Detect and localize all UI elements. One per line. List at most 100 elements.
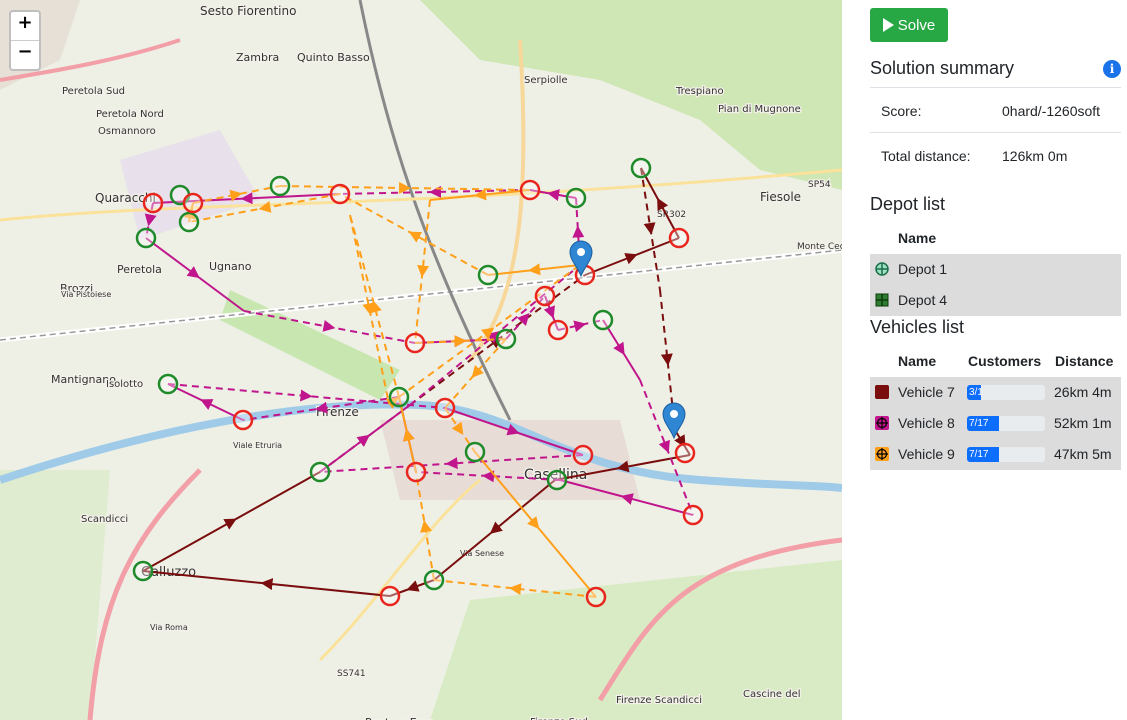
vehicle-distance: 52km 1m bbox=[1054, 415, 1112, 431]
pickup-stop-marker[interactable] bbox=[592, 309, 614, 331]
depot-row[interactable]: Depot 4 bbox=[870, 285, 1121, 316]
vehicle-row[interactable]: Vehicle 8 7/17 52km 1m bbox=[870, 408, 1121, 439]
delivery-stop-marker[interactable] bbox=[547, 319, 569, 341]
place-label: Monte Ceceri bbox=[797, 242, 842, 252]
place-label: SR302 bbox=[657, 210, 686, 220]
place-label: Quinto Basso bbox=[297, 51, 370, 64]
place-label: Peretola Nord bbox=[96, 109, 164, 120]
pickup-stop-marker[interactable] bbox=[157, 373, 179, 395]
map-view[interactable]: Sesto Fiorentino Zambra Quinto Basso Serpio… bbox=[0, 0, 842, 720]
pickup-stop-marker[interactable] bbox=[135, 227, 157, 249]
vehicles-list-title: Vehicles list bbox=[870, 317, 965, 337]
solve-label: Solve bbox=[897, 16, 936, 34]
distance-header: Distance bbox=[1055, 353, 1114, 369]
vehicle-color-swatch bbox=[875, 416, 889, 430]
place-label: Pian di Mugnone bbox=[718, 104, 801, 115]
place-label: Osmannoro bbox=[98, 126, 156, 137]
zoom-out-button[interactable]: − bbox=[11, 40, 39, 69]
place-label: Sesto Fiorentino bbox=[200, 4, 296, 18]
pickup-stop-marker[interactable] bbox=[423, 569, 445, 591]
place-label: Ponte a Ema bbox=[365, 716, 434, 720]
depot-name: Depot 4 bbox=[898, 292, 948, 308]
pickup-stop-marker[interactable] bbox=[132, 560, 154, 582]
place-label: Viale Etruria bbox=[233, 441, 282, 450]
pickup-stop-marker[interactable] bbox=[546, 469, 568, 491]
customers-progress-bar: 7/17 bbox=[967, 447, 1045, 462]
place-label: SP54 bbox=[808, 180, 831, 190]
pickup-stop-marker[interactable] bbox=[178, 211, 200, 233]
score-label: Score: bbox=[881, 103, 922, 119]
delivery-stop-marker[interactable] bbox=[329, 183, 351, 205]
depot-name: Depot 1 bbox=[898, 261, 948, 277]
pickup-stop-marker[interactable] bbox=[477, 264, 499, 286]
zoom-control: + − bbox=[9, 10, 41, 71]
customers-header: Customers bbox=[968, 353, 1042, 369]
distance-row: Total distance: 126km 0m bbox=[870, 132, 1121, 178]
zoom-in-button[interactable]: + bbox=[11, 12, 39, 40]
solve-button[interactable]: Solve bbox=[870, 8, 948, 42]
delivery-stop-marker[interactable] bbox=[182, 192, 204, 214]
vehicle-row[interactable]: Vehicle 7 3/1 26km 4m bbox=[870, 377, 1121, 408]
delivery-stop-marker[interactable] bbox=[142, 192, 164, 214]
vehicle-name: Vehicle 8 bbox=[898, 415, 955, 431]
play-icon bbox=[882, 18, 894, 32]
delivery-stop-marker[interactable] bbox=[434, 397, 456, 419]
place-label: Scandicci bbox=[81, 514, 128, 525]
place-label: Firenze Scandicci bbox=[616, 695, 702, 706]
pickup-stop-marker[interactable] bbox=[388, 386, 410, 408]
side-panel: Solve Solution summary i Score: 0hard/-1… bbox=[842, 0, 1127, 720]
delivery-stop-marker[interactable] bbox=[379, 585, 401, 607]
score-row: Score: 0hard/-1260soft bbox=[870, 87, 1121, 133]
place-label: Zambra bbox=[236, 51, 279, 64]
score-value: 0hard/-1260soft bbox=[1002, 103, 1101, 119]
pickup-stop-marker[interactable] bbox=[269, 175, 291, 197]
pickup-stop-marker[interactable] bbox=[309, 461, 331, 483]
delivery-stop-marker[interactable] bbox=[572, 444, 594, 466]
vehicle-name: Vehicle 7 bbox=[898, 384, 955, 400]
distance-label: Total distance: bbox=[881, 148, 971, 164]
distance-value: 126km 0m bbox=[1002, 148, 1068, 164]
place-label: Fiesole bbox=[760, 190, 801, 204]
vehicle-color-swatch bbox=[875, 385, 889, 399]
vehicle-distance: 47km 5m bbox=[1054, 446, 1112, 462]
vehicle-distance: 26km 4m bbox=[1054, 384, 1112, 400]
delivery-stop-marker[interactable] bbox=[534, 285, 556, 307]
customers-progress-fill: 7/17 bbox=[967, 416, 999, 431]
vehicle-color-swatch bbox=[875, 447, 889, 461]
delivery-stop-marker[interactable] bbox=[674, 442, 696, 464]
delivery-stop-marker[interactable] bbox=[682, 504, 704, 526]
place-label: SS741 bbox=[337, 669, 366, 679]
map-canvas[interactable]: Sesto Fiorentino Zambra Quinto Basso Serpio… bbox=[0, 0, 842, 720]
place-label: Via Roma bbox=[150, 623, 188, 632]
place-label: Peretola Sud bbox=[62, 86, 125, 97]
map-terrain bbox=[0, 0, 842, 720]
customers-progress-bar: 3/1 bbox=[967, 385, 1045, 400]
pickup-stop-marker[interactable] bbox=[630, 157, 652, 179]
place-label: Cascine del bbox=[743, 689, 801, 700]
vehicle-name: Vehicle 9 bbox=[898, 446, 955, 462]
place-label: Serpiolle bbox=[524, 75, 568, 86]
vehicle-row[interactable]: Vehicle 9 7/17 47km 5m bbox=[870, 439, 1121, 470]
delivery-stop-marker[interactable] bbox=[405, 461, 427, 483]
delivery-stop-marker[interactable] bbox=[668, 227, 690, 249]
place-label: Isolotto bbox=[106, 379, 143, 390]
crosshair-icon bbox=[875, 293, 889, 307]
summary-title: Solution summary bbox=[870, 58, 1015, 78]
place-label: Via Pistoiese bbox=[61, 290, 111, 299]
pickup-stop-marker[interactable] bbox=[565, 187, 587, 209]
pickup-stop-marker[interactable] bbox=[464, 441, 486, 463]
delivery-stop-marker[interactable] bbox=[519, 179, 541, 201]
delivery-stop-marker[interactable] bbox=[585, 586, 607, 608]
delivery-stop-marker[interactable] bbox=[404, 332, 426, 354]
delivery-stop-marker[interactable] bbox=[232, 409, 254, 431]
vehicle-name-header: Name bbox=[898, 353, 937, 369]
place-label: Ugnano bbox=[209, 260, 252, 273]
depot-name-header: Name bbox=[898, 230, 937, 246]
pickup-stop-marker[interactable] bbox=[495, 328, 517, 350]
place-label: Peretola bbox=[117, 263, 162, 276]
customers-progress-fill: 3/1 bbox=[967, 385, 983, 400]
customers-progress-bar: 7/17 bbox=[967, 416, 1045, 431]
depot-list-title: Depot list bbox=[870, 194, 946, 214]
depot-row[interactable]: Depot 1 bbox=[870, 254, 1121, 285]
info-icon[interactable]: i bbox=[1103, 60, 1121, 78]
